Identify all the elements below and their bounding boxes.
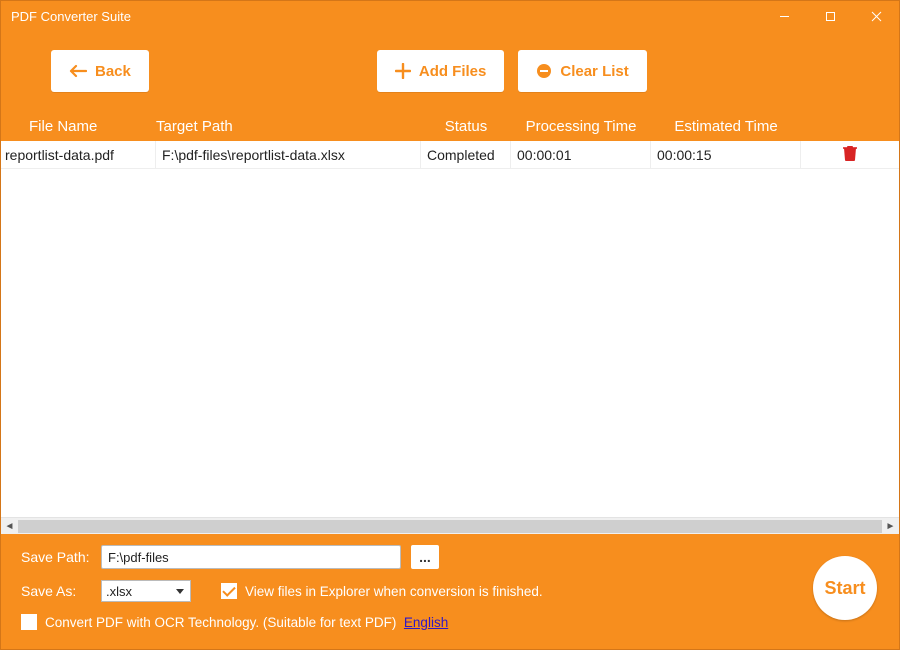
trash-icon — [843, 145, 857, 161]
close-button[interactable] — [853, 1, 899, 31]
save-path-label: Save Path: — [21, 549, 93, 565]
cell-status: Completed — [421, 141, 511, 168]
minus-circle-icon — [536, 63, 552, 79]
minimize-icon — [779, 11, 790, 22]
window-title: PDF Converter Suite — [1, 9, 761, 24]
plus-icon — [395, 63, 411, 79]
arrow-left-icon — [69, 64, 87, 78]
horizontal-scrollbar[interactable]: ◄ ► — [1, 517, 899, 534]
maximize-button[interactable] — [807, 1, 853, 31]
column-header-processing-time: Processing Time — [511, 118, 651, 135]
maximize-icon — [825, 11, 836, 22]
file-table: reportlist-data.pdf F:\pdf-files\reportl… — [1, 141, 899, 534]
clear-list-button[interactable]: Clear List — [518, 50, 646, 92]
scrollbar-track — [18, 518, 882, 535]
start-button[interactable]: Start — [813, 556, 877, 620]
scroll-right-icon: ► — [882, 518, 899, 535]
bottom-panel: Save Path: ... Save As: .xlsx View files… — [1, 534, 899, 649]
add-files-button-label: Add Files — [419, 63, 487, 80]
cell-estimated-time: 00:00:15 — [651, 141, 801, 168]
start-button-label: Start — [824, 578, 865, 599]
save-as-label: Save As: — [21, 583, 93, 599]
ocr-row: Convert PDF with OCR Technology. (Suitab… — [21, 614, 883, 630]
close-icon — [871, 11, 882, 22]
back-button[interactable]: Back — [51, 50, 149, 92]
title-bar: PDF Converter Suite — [1, 1, 899, 31]
view-in-explorer-checkbox[interactable] — [221, 583, 237, 599]
save-as-value: .xlsx — [106, 584, 132, 599]
scrollbar-thumb[interactable] — [18, 520, 882, 533]
column-header-estimated-time: Estimated Time — [651, 118, 801, 135]
table-header: File Name Target Path Status Processing … — [1, 111, 899, 141]
scroll-left-icon: ◄ — [1, 518, 18, 535]
column-header-target: Target Path — [156, 118, 421, 135]
view-in-explorer-label: View files in Explorer when conversion i… — [245, 584, 543, 599]
ocr-language-link[interactable]: English — [404, 615, 448, 630]
toolbar: Back Add Files Clear List — [1, 31, 899, 111]
ocr-checkbox[interactable] — [21, 614, 37, 630]
cell-file-name: reportlist-data.pdf — [1, 141, 156, 168]
table-row[interactable]: reportlist-data.pdf F:\pdf-files\reportl… — [1, 141, 899, 169]
save-as-select[interactable]: .xlsx — [101, 580, 191, 602]
cell-target-path: F:\pdf-files\reportlist-data.xlsx — [156, 141, 421, 168]
browse-button[interactable]: ... — [411, 545, 439, 569]
window-controls — [761, 1, 899, 31]
save-path-row: Save Path: ... — [21, 542, 883, 572]
add-files-button[interactable]: Add Files — [377, 50, 505, 92]
save-path-input[interactable] — [101, 545, 401, 569]
back-button-label: Back — [95, 63, 131, 80]
ocr-label-text: Convert PDF with OCR Technology. (Suitab… — [45, 615, 396, 630]
column-header-status: Status — [421, 118, 511, 135]
app-window: PDF Converter Suite Back Add File — [0, 0, 900, 650]
clear-list-button-label: Clear List — [560, 63, 628, 80]
cell-processing-time: 00:00:01 — [511, 141, 651, 168]
table-empty-area — [1, 169, 899, 517]
cell-delete — [801, 145, 899, 164]
ocr-label: Convert PDF with OCR Technology. (Suitab… — [45, 615, 448, 630]
delete-row-button[interactable] — [843, 145, 857, 164]
column-header-file: File Name — [1, 118, 156, 135]
save-as-row: Save As: .xlsx View files in Explorer wh… — [21, 576, 883, 606]
minimize-button[interactable] — [761, 1, 807, 31]
browse-button-label: ... — [419, 549, 431, 565]
